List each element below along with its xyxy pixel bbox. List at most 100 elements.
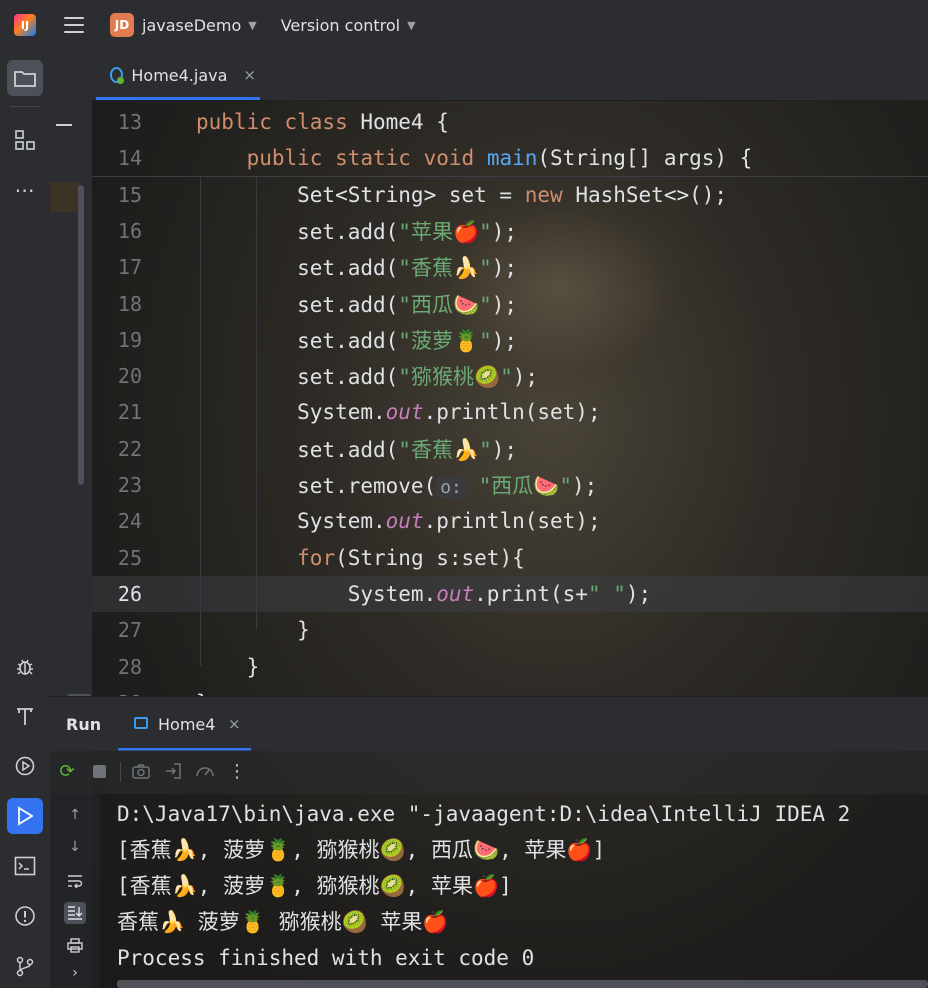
camera-icon[interactable] (130, 760, 152, 782)
line-number: 23 (117, 473, 142, 497)
line-number: 13 (117, 110, 142, 134)
console-side-toolbar: ↑ ↓ › (50, 794, 100, 988)
code-text[interactable]: for(String s:set){ (196, 546, 525, 570)
run-tab-home4[interactable]: Home4 × (118, 697, 251, 751)
stop-icon[interactable] (88, 760, 110, 782)
line-number: 25 (117, 545, 142, 570)
line-number: 14 (117, 146, 142, 171)
line-number: 18 (117, 291, 142, 316)
soft-wrap-icon[interactable] (64, 870, 86, 892)
chevron-right-icon[interactable]: › (64, 962, 86, 984)
code-line[interactable]: 16 set.add("苹果🍎"); (92, 213, 928, 249)
code-line[interactable]: 13 public class Home4 { (92, 104, 928, 140)
build-hammer-icon[interactable] (7, 698, 43, 734)
profiler-gauge-icon[interactable] (194, 760, 216, 782)
project-folder-icon[interactable] (7, 60, 43, 96)
line-number: 17 (117, 255, 142, 280)
code-text[interactable]: set.add("西瓜🍉"); (196, 289, 517, 319)
tab-label: Home4.java (131, 65, 228, 85)
editor-tabs: Home4.java × (92, 50, 928, 101)
scroll-to-end-icon[interactable] (64, 902, 86, 924)
services-icon[interactable] (7, 748, 43, 784)
code-line[interactable]: 29} (92, 685, 928, 696)
console-line: Process finished with exit code 0 (117, 946, 535, 970)
console-output[interactable]: D:\Java17\bin\java.exe "-javaagent:D:\id… (117, 796, 928, 988)
code-line[interactable]: 20 set.add("猕猴桃🥝"); (92, 358, 928, 394)
code-text[interactable]: Set<String> set = new HashSet<>(); (196, 183, 727, 207)
more-tools-icon[interactable]: ⋯ (7, 172, 43, 208)
console-window-icon (134, 717, 148, 729)
line-number: 21 (117, 400, 142, 425)
code-text[interactable]: set.add("菠萝🍍"); (196, 325, 517, 355)
code-text[interactable]: public static void main(String[] args) { (196, 146, 753, 170)
line-number: 19 (117, 327, 142, 352)
code-text[interactable]: set.add("香蕉🍌"); (196, 252, 517, 282)
line-number: 27 (117, 618, 142, 643)
project-scrollbar[interactable] (78, 185, 84, 485)
code-line[interactable]: 23 set.remove(o: "西瓜🍉"); (92, 467, 928, 503)
console-line: 香蕉🍌 菠萝🍍 猕猴桃🥝 苹果🍎 (117, 910, 449, 934)
print-icon[interactable] (64, 934, 86, 956)
project-badge[interactable]: JD (110, 13, 134, 37)
line-number: 15 (117, 182, 142, 207)
line-number: 24 (117, 509, 142, 534)
code-line[interactable]: 27 } (92, 612, 928, 648)
run-tool-icon[interactable] (7, 798, 43, 834)
login-enter-icon[interactable] (162, 760, 184, 782)
project-panel (50, 50, 92, 722)
run-tab-label: Home4 (158, 715, 216, 734)
project-tree-selection[interactable] (50, 182, 80, 212)
problems-icon[interactable] (7, 898, 43, 934)
close-icon[interactable]: × (228, 715, 241, 733)
code-text[interactable]: } (196, 618, 310, 642)
arrow-down-icon[interactable]: ↓ (64, 836, 86, 858)
code-line[interactable]: 17 set.add("香蕉🍌"); (92, 249, 928, 285)
terminal-icon[interactable] (7, 848, 43, 884)
code-line[interactable]: 25 for(String s:set){ (92, 540, 928, 576)
tab-home4-java[interactable]: Home4.java × (96, 50, 256, 100)
code-text[interactable]: System.out.print(s+" "); (196, 582, 651, 606)
main-menu-icon[interactable] (64, 17, 84, 33)
active-tab-indicator (96, 97, 260, 100)
code-line[interactable]: 21 System.out.println(set); (92, 394, 928, 430)
code-text[interactable]: set.add("苹果🍎"); (196, 216, 517, 246)
code-editor[interactable]: 13 public class Home4 { 14 public static v… (92, 104, 928, 696)
chevron-down-icon[interactable]: ▼ (248, 19, 256, 32)
version-control-menu[interactable]: Version control (281, 16, 400, 35)
code-text[interactable]: set.add("香蕉🍌"); (196, 434, 517, 464)
code-text[interactable]: public class Home4 { (196, 110, 449, 134)
code-line[interactable]: 18 set.add("西瓜🍉"); (92, 286, 928, 322)
run-toolbar: ⟳ ⋮ (50, 750, 928, 794)
minimize-icon[interactable] (56, 124, 72, 126)
line-number: 28 (117, 654, 142, 679)
line-number: 20 (117, 364, 142, 389)
close-icon[interactable]: × (243, 66, 256, 84)
code-line[interactable]: 14 public static void main(String[] args… (92, 140, 928, 176)
debug-bug-icon[interactable] (7, 648, 43, 684)
console-line: [香蕉🍌, 菠萝🍍, 猕猴桃🥝, 苹果🍎] (117, 874, 512, 898)
run-panel-header: Run Home4 × (50, 696, 928, 751)
run-panel-title: Run (66, 715, 102, 734)
more-options-icon[interactable]: ⋮ (226, 760, 248, 782)
line-number: 16 (117, 218, 142, 243)
console-horizontal-scrollbar[interactable] (117, 980, 928, 988)
line-number: 22 (117, 436, 142, 461)
code-line[interactable]: 28 } (92, 649, 928, 685)
code-line[interactable]: 19 set.add("菠萝🍍"); (92, 322, 928, 358)
intellij-logo-icon[interactable]: IJ (14, 14, 36, 36)
arrow-up-icon[interactable]: ↑ (64, 804, 86, 826)
chevron-down-icon[interactable]: ▼ (407, 19, 415, 32)
git-branch-icon[interactable] (7, 948, 43, 984)
java-class-icon (110, 67, 125, 84)
structure-icon[interactable] (7, 122, 43, 158)
code-line[interactable]: 26 System.out.print(s+" "); (92, 575, 928, 612)
code-line[interactable]: 24 System.out.println(set); (92, 503, 928, 539)
code-line[interactable]: 22 set.add("香蕉🍌"); (92, 431, 928, 467)
code-text[interactable]: set.add("猕猴桃🥝"); (196, 361, 538, 391)
code-text[interactable]: } (196, 655, 260, 679)
indent-guide (256, 176, 257, 630)
line-number: 26 (117, 581, 142, 606)
project-name[interactable]: javaseDemo (142, 16, 241, 35)
code-line[interactable]: 15 Set<String> set = new HashSet<>(); (92, 177, 928, 213)
rerun-icon[interactable]: ⟳ (56, 760, 78, 782)
